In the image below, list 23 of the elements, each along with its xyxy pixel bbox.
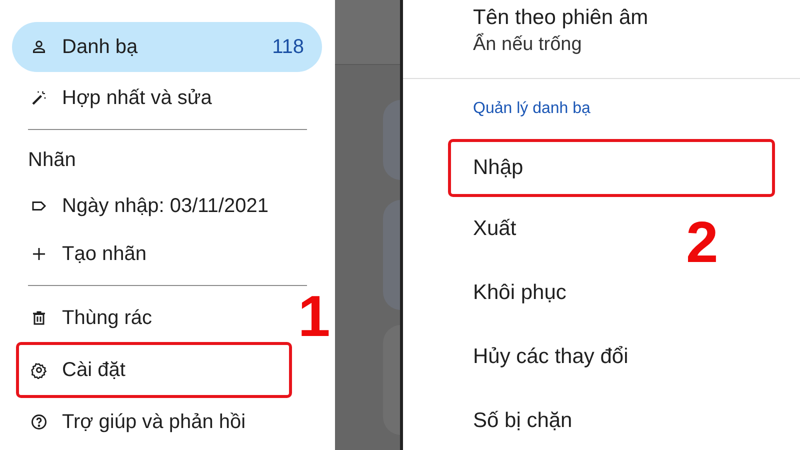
drawer-item[interactable]: Cài đặt <box>16 342 292 398</box>
person-icon <box>30 38 48 56</box>
settings-item[interactable]: Xuất <box>403 197 526 261</box>
plus-icon <box>30 245 48 263</box>
drawer-item[interactable]: Thùng rác <box>0 294 182 342</box>
settings-item[interactable]: Số bị chặn <box>403 389 582 450</box>
drawer-item[interactable]: Ngày nhập: 03/11/2021 <box>0 182 298 230</box>
step-number: 1 <box>298 288 330 346</box>
help-icon <box>30 413 48 431</box>
drawer-item[interactable]: Trợ giúp và phản hồi <box>0 398 276 446</box>
drawer-item[interactable]: Tạo nhãn <box>0 230 177 278</box>
section-header: Nhãn <box>27 148 77 172</box>
trash-icon <box>30 309 48 327</box>
magic-wand-icon <box>30 89 48 107</box>
step-number: 2 <box>686 214 718 272</box>
drawer-item[interactable]: Danh bạ 118 <box>12 22 322 72</box>
drawer-item[interactable]: Hợp nhất và sửa <box>0 74 242 122</box>
settings-item[interactable]: Khôi phục <box>403 261 576 325</box>
settings-item[interactable]: Tên theo phiên âm Ẩn nếu trống <box>403 0 658 78</box>
settings-icon <box>30 361 48 379</box>
section-header: Quản lý danh bạ <box>472 99 592 119</box>
settings-item[interactable]: Nhập <box>448 139 775 197</box>
settings-item[interactable]: Hủy các thay đổi <box>403 325 638 389</box>
